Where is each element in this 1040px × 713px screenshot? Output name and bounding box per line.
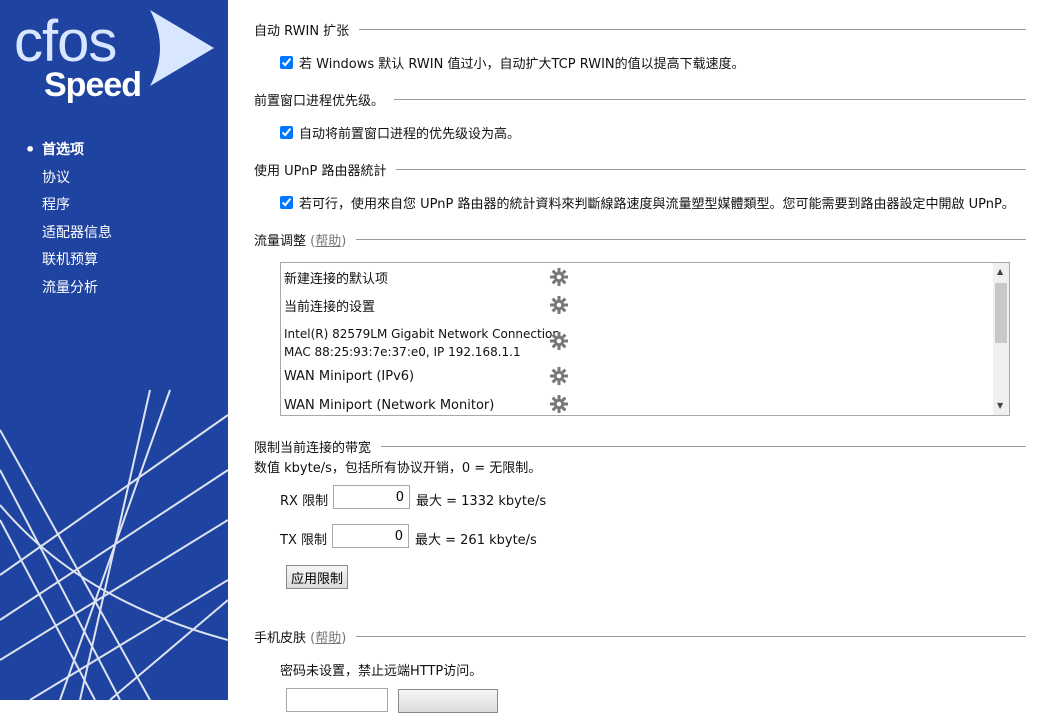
logo-speed: Speed bbox=[44, 66, 142, 104]
nav-item-programs[interactable]: 程序 bbox=[42, 194, 112, 222]
section-traffic-header: 流量调整 (帮助) bbox=[254, 230, 1026, 249]
priority-checkbox-label: 自动将前置窗口进程的优先级设为高。 bbox=[299, 127, 521, 142]
section-skin-header: 手机皮肤 (帮助) bbox=[254, 627, 1026, 646]
section-title: 自动 RWIN 扩张 bbox=[254, 24, 350, 39]
gear-icon[interactable] bbox=[549, 394, 569, 414]
nav-item-adapter-info[interactable]: 适配器信息 bbox=[42, 222, 112, 250]
help-paren-close: ) bbox=[341, 234, 347, 249]
scroll-up-arrow-icon[interactable]: ▲ bbox=[997, 267, 1003, 276]
list-item[interactable]: 当前连接的设置 bbox=[284, 299, 375, 317]
main-panel: 自动 RWIN 扩张 若 Windows 默认 RWIN 值过小，自动扩大TCP… bbox=[254, 0, 1026, 713]
sidebar-decoration bbox=[0, 10, 228, 700]
section-limit-header: 限制当前连接的带宽 bbox=[254, 437, 1026, 456]
list-item-label: WAN Miniport (IPv6) bbox=[284, 369, 415, 384]
logo-cfos: cfos bbox=[14, 9, 117, 74]
apply-limit-button[interactable]: 应用限制 bbox=[286, 565, 349, 589]
list-item-label: 新建连接的默认项 bbox=[284, 272, 389, 287]
divider bbox=[394, 99, 1026, 100]
section-title-text: 手机皮肤 bbox=[254, 631, 307, 646]
list-item[interactable]: WAN Miniport (Network Monitor) bbox=[284, 397, 494, 415]
scroll-thumb[interactable] bbox=[995, 283, 1007, 343]
gear-icon[interactable] bbox=[549, 366, 569, 386]
gear-icon[interactable] bbox=[549, 267, 569, 287]
list-item[interactable]: WAN Miniport (IPv6) bbox=[284, 368, 414, 386]
set-password-button[interactable] bbox=[398, 689, 498, 713]
listbox-scrollbar[interactable]: ▲ ▼ bbox=[993, 263, 1009, 415]
logo-arrow bbox=[150, 10, 214, 86]
section-title: 限制当前连接的带宽 bbox=[254, 441, 372, 456]
section-title: 使用 UPnP 路由器統計 bbox=[254, 164, 387, 179]
rwin-checkbox-label: 若 Windows 默认 RWIN 值过小，自动扩大TCP RWIN的值以提高下… bbox=[299, 57, 745, 72]
upnp-checkbox[interactable] bbox=[280, 196, 293, 209]
list-item-label: WAN Miniport (Network Monitor) bbox=[284, 398, 495, 413]
tx-max-label: 最大 = 261 kbyte/s bbox=[415, 533, 537, 548]
gear-icon[interactable] bbox=[549, 295, 569, 315]
tx-limit-input[interactable] bbox=[332, 524, 409, 548]
section-rwin-header: 自动 RWIN 扩张 bbox=[254, 20, 1026, 39]
priority-checkbox[interactable] bbox=[280, 126, 293, 139]
divider bbox=[359, 29, 1026, 30]
list-item-label: 当前连接的设置 bbox=[284, 300, 376, 315]
section-title: 前置窗口进程优先级。 bbox=[254, 94, 385, 109]
password-input[interactable] bbox=[286, 688, 388, 712]
divider bbox=[396, 169, 1026, 170]
rx-limit-input[interactable] bbox=[333, 485, 410, 509]
upnp-checkbox-label: 若可行，使用來自您 UPnP 路由器的統計資料來判斷線路速度與流量塑型媒體類型。… bbox=[299, 197, 1015, 212]
section-upnp-header: 使用 UPnP 路由器統計 bbox=[254, 160, 1026, 179]
connection-listbox[interactable]: 新建连接的默认项 当前连接的设置 Intel(R) 82579LM Gigabi… bbox=[280, 262, 1010, 416]
section-title-text: 流量调整 bbox=[254, 234, 307, 249]
list-item[interactable]: Intel(R) 82579LM Gigabit Network Connect… bbox=[284, 325, 560, 361]
rx-limit-label: RX 限制 bbox=[280, 494, 329, 509]
rwin-checkbox-row[interactable]: 若 Windows 默认 RWIN 值过小，自动扩大TCP RWIN的值以提高下… bbox=[280, 53, 745, 72]
rwin-checkbox[interactable] bbox=[280, 56, 293, 69]
divider bbox=[381, 446, 1026, 447]
gear-icon[interactable] bbox=[549, 331, 569, 351]
rx-max-label: 最大 = 1332 kbyte/s bbox=[416, 494, 547, 509]
section-priority-header: 前置窗口进程优先级。 bbox=[254, 90, 1026, 109]
help-link[interactable]: 帮助 bbox=[315, 234, 341, 249]
divider bbox=[356, 636, 1026, 637]
sidebar: cfos Speed 首选项 协议 程序 适配器信息 联机预算 流量分析 bbox=[0, 0, 228, 700]
list-item-label: Intel(R) 82579LM Gigabit Network Connect… bbox=[284, 327, 560, 341]
help-link[interactable]: 帮助 bbox=[315, 631, 341, 646]
list-item-sublabel: MAC 88:25:93:7e:37:e0, IP 192.168.1.1 bbox=[284, 345, 521, 359]
nav-item-online-budget[interactable]: 联机预算 bbox=[42, 249, 112, 277]
section-title: 流量调整 (帮助) bbox=[254, 230, 356, 249]
nav-item-traffic-analysis[interactable]: 流量分析 bbox=[42, 277, 112, 305]
divider bbox=[356, 239, 1026, 240]
section-title: 手机皮肤 (帮助) bbox=[254, 627, 356, 646]
tx-limit-label: TX 限制 bbox=[280, 533, 327, 548]
nav-item-protocol[interactable]: 协议 bbox=[42, 167, 112, 195]
sidebar-nav: 首选项 协议 程序 适配器信息 联机预算 流量分析 bbox=[25, 139, 112, 305]
scroll-down-arrow-icon[interactable]: ▼ bbox=[997, 401, 1003, 410]
nav-item-preferences[interactable]: 首选项 bbox=[25, 139, 112, 167]
list-item[interactable]: 新建连接的默认项 bbox=[284, 271, 388, 289]
help-paren-close: ) bbox=[341, 631, 347, 646]
priority-checkbox-row[interactable]: 自动将前置窗口进程的优先级设为高。 bbox=[280, 123, 520, 142]
limit-description: 数值 kbyte/s，包括所有协议开销，0 = 无限制。 bbox=[254, 461, 542, 476]
skin-description: 密码未设置，禁止远端HTTP访问。 bbox=[280, 664, 483, 679]
upnp-checkbox-row[interactable]: 若可行，使用來自您 UPnP 路由器的統計資料來判斷線路速度與流量塑型媒體類型。… bbox=[280, 193, 1015, 212]
